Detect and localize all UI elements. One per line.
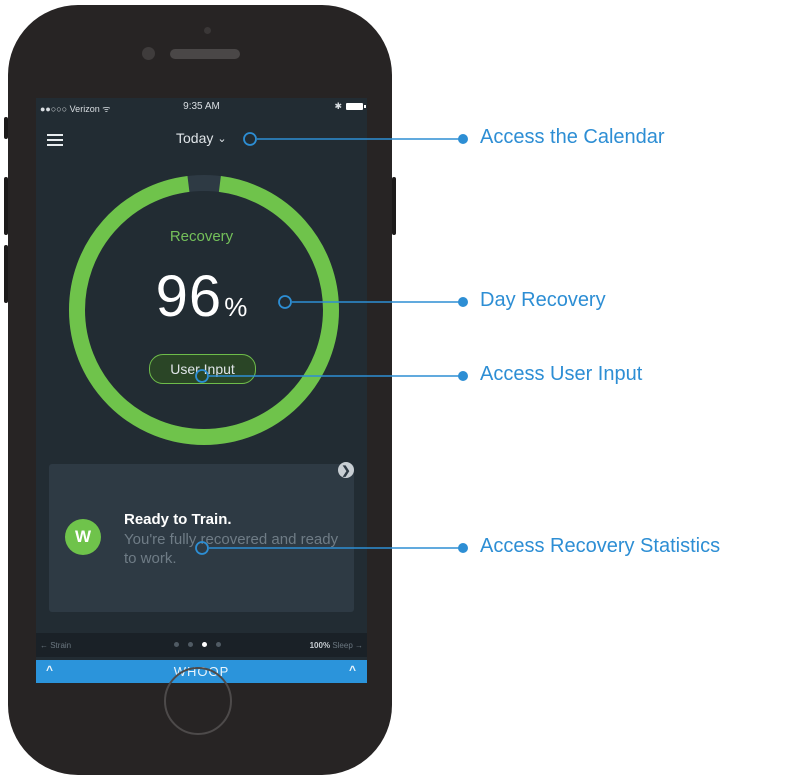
annotation-statistics-connector: [195, 541, 468, 555]
annotation-day-recovery: Day Recovery: [480, 289, 606, 311]
annotation-day-recovery-connector: [278, 295, 468, 309]
annotation-user-input: Access User Input: [480, 363, 643, 385]
annotation-lines: [195, 132, 468, 555]
annotation-calendar: Access the Calendar: [480, 126, 665, 148]
annotation-calendar-connector: [243, 132, 468, 146]
annotation-recovery-statistics: Access Recovery Statistics: [480, 535, 721, 557]
annotation-user-input-connector: [195, 369, 468, 383]
